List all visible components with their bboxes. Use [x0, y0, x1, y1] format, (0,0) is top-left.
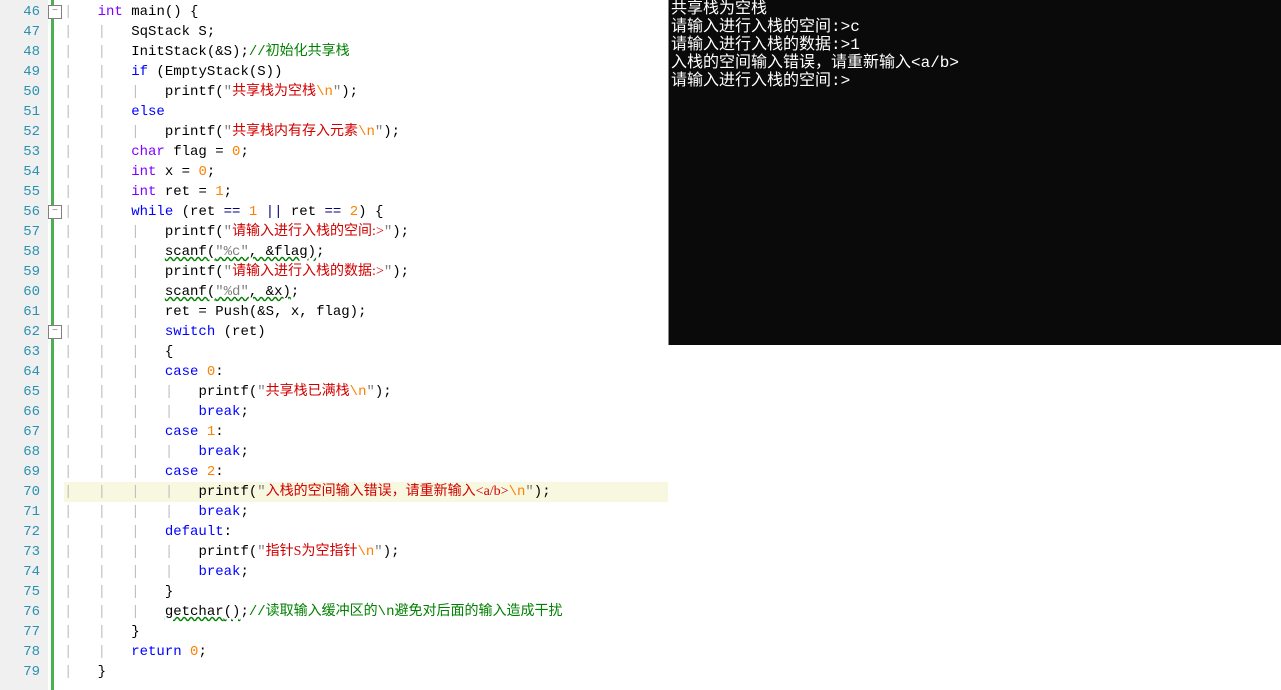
fold-column[interactable]: − − −	[48, 0, 64, 690]
code-line[interactable]: | | | ret = Push(&S, x, flag);	[64, 302, 668, 322]
line-number: 63	[0, 342, 48, 362]
code-line[interactable]: | | | case 1:	[64, 422, 668, 442]
code-line[interactable]: | | | printf("请输入进行入栈的数据:>");	[64, 262, 668, 282]
line-number: 65	[0, 382, 48, 402]
code-line[interactable]: | | | printf("共享栈内有存入元素\n");	[64, 122, 668, 142]
line-number: 51	[0, 102, 48, 122]
line-number: 52	[0, 122, 48, 142]
code-line[interactable]: | int main() {	[64, 2, 668, 22]
code-line[interactable]: | | | printf("共享栈为空栈\n");	[64, 82, 668, 102]
code-line[interactable]: | }	[64, 662, 668, 682]
line-number: 61	[0, 302, 48, 322]
line-number: 46	[0, 2, 48, 22]
code-line[interactable]: | | char flag = 0;	[64, 142, 668, 162]
line-number: 60	[0, 282, 48, 302]
code-line[interactable]: | | | | break;	[64, 562, 668, 582]
line-number: 74	[0, 562, 48, 582]
code-line[interactable]: | | else	[64, 102, 668, 122]
console-output[interactable]: 共享栈为空栈请输入进行入栈的空间:>c请输入进行入栈的数据:>1入栈的空间输入错…	[668, 0, 1281, 345]
console-line: 请输入进行入栈的数据:>1	[671, 36, 1279, 54]
code-line[interactable]: | | | | break;	[64, 402, 668, 422]
main-layout: 4647484950515253545556575859606162636465…	[0, 0, 1281, 690]
line-number: 59	[0, 262, 48, 282]
line-number: 57	[0, 222, 48, 242]
code-line[interactable]: | | | getchar();//读取输入缓冲区的\n避免对后面的输入造成干扰	[64, 602, 668, 622]
code-line[interactable]: | | | scanf("%d", &x);	[64, 282, 668, 302]
code-line[interactable]: | | | | printf("指针S为空指针\n");	[64, 542, 668, 562]
change-bar	[51, 0, 54, 690]
code-line[interactable]: | | | switch (ret)	[64, 322, 668, 342]
line-number: 53	[0, 142, 48, 162]
code-line[interactable]: | | | | break;	[64, 442, 668, 462]
line-number: 50	[0, 82, 48, 102]
line-number: 56	[0, 202, 48, 222]
code-line[interactable]: | | | case 0:	[64, 362, 668, 382]
line-number: 47	[0, 22, 48, 42]
fold-toggle-icon[interactable]: −	[48, 205, 62, 219]
code-line[interactable]: | | | {	[64, 342, 668, 362]
code-line[interactable]: | | InitStack(&S);//初始化共享栈	[64, 42, 668, 62]
code-line[interactable]: | | SqStack S;	[64, 22, 668, 42]
line-number: 75	[0, 582, 48, 602]
code-line[interactable]: | | return 0;	[64, 642, 668, 662]
line-number: 68	[0, 442, 48, 462]
code-line[interactable]: | | | | printf("入栈的空间输入错误，请重新输入<a/b>\n")…	[64, 482, 668, 502]
line-number: 71	[0, 502, 48, 522]
line-number: 66	[0, 402, 48, 422]
line-number: 64	[0, 362, 48, 382]
code-line[interactable]: | | int x = 0;	[64, 162, 668, 182]
line-number: 67	[0, 422, 48, 442]
console-line: 请输入进行入栈的空间:>	[671, 72, 1279, 90]
line-number: 49	[0, 62, 48, 82]
code-line[interactable]: | | | printf("请输入进行入栈的空间:>");	[64, 222, 668, 242]
code-line[interactable]: | | while (ret == 1 || ret == 2) {	[64, 202, 668, 222]
console-line: 入栈的空间输入错误，请重新输入<a/b>	[671, 54, 1279, 72]
code-line[interactable]: | | | }	[64, 582, 668, 602]
console-line: 请输入进行入栈的空间:>c	[671, 18, 1279, 36]
fold-toggle-icon[interactable]: −	[48, 325, 62, 339]
line-number: 77	[0, 622, 48, 642]
line-number: 58	[0, 242, 48, 262]
empty-area	[668, 345, 1281, 690]
code-line[interactable]: | | | scanf("%c", &flag);	[64, 242, 668, 262]
code-line[interactable]: | | int ret = 1;	[64, 182, 668, 202]
line-number: 55	[0, 182, 48, 202]
code-line[interactable]: | | }	[64, 622, 668, 642]
line-number-gutter: 4647484950515253545556575859606162636465…	[0, 0, 48, 690]
line-number: 76	[0, 602, 48, 622]
line-number: 70	[0, 482, 48, 502]
line-number: 48	[0, 42, 48, 62]
right-panel: 共享栈为空栈请输入进行入栈的空间:>c请输入进行入栈的数据:>1入栈的空间输入错…	[668, 0, 1281, 690]
line-number: 62	[0, 322, 48, 342]
code-line[interactable]: | | | | break;	[64, 502, 668, 522]
line-number: 73	[0, 542, 48, 562]
code-line[interactable]: | | | | printf("共享栈已满栈\n");	[64, 382, 668, 402]
fold-toggle-icon[interactable]: −	[48, 5, 62, 19]
line-number: 79	[0, 662, 48, 682]
line-number: 54	[0, 162, 48, 182]
code-line[interactable]: | | | default:	[64, 522, 668, 542]
code-area[interactable]: | int main() {| | SqStack S;| | InitStac…	[64, 0, 668, 690]
code-editor[interactable]: 4647484950515253545556575859606162636465…	[0, 0, 668, 690]
line-number: 78	[0, 642, 48, 662]
code-line[interactable]: | | | case 2:	[64, 462, 668, 482]
line-number: 69	[0, 462, 48, 482]
console-line: 共享栈为空栈	[671, 0, 1279, 18]
code-line[interactable]: | | if (EmptyStack(S))	[64, 62, 668, 82]
line-number: 72	[0, 522, 48, 542]
